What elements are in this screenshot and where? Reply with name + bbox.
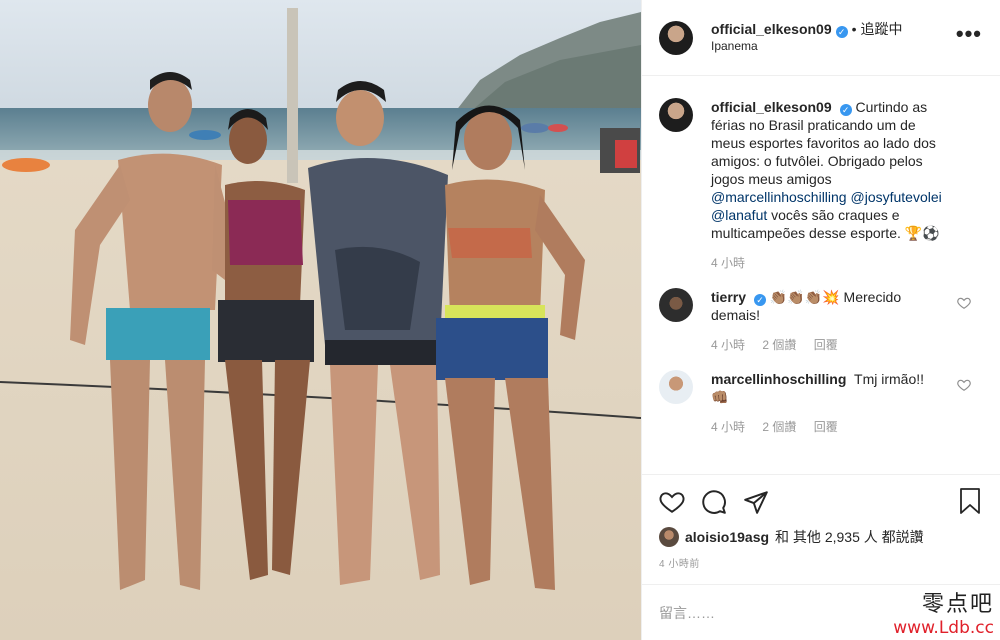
liker-username[interactable]: aloisio19asg	[685, 529, 769, 545]
comment-username[interactable]: marcellinhoschilling	[711, 371, 846, 387]
commenter-avatar[interactable]	[659, 370, 693, 404]
comment-input[interactable]	[659, 604, 859, 621]
reply-button[interactable]: 回覆	[814, 338, 838, 352]
post-side-panel: official_elkeson09 ✓ • 追蹤中 Ipanema ••• offi…	[641, 0, 1000, 640]
comments-list: official_elkeson09 ✓ Curtindo as férias n…	[642, 76, 1000, 474]
reply-button[interactable]: 回覆	[814, 420, 838, 434]
beach-photo-illustration	[0, 0, 641, 640]
comment-body: tierry ✓ 👏🏽👏🏽👏🏽💥 Merecido demais! 4 小時 2 …	[711, 288, 949, 354]
comment-emoji: 👊🏽	[711, 389, 729, 405]
more-options-icon[interactable]: •••	[956, 23, 982, 45]
comment-body: marcellinhoschilling Tmj irmão!! 👊🏽 4 小時…	[711, 370, 949, 436]
like-comment-heart-icon[interactable]	[957, 296, 971, 310]
post-timestamp[interactable]: 4 小時前	[659, 555, 983, 570]
mention-link[interactable]: @marcellinhoschilling	[711, 189, 847, 205]
comment-text: Tmj irmão!!	[854, 371, 925, 387]
caption-username[interactable]: official_elkeson09	[711, 99, 832, 115]
like-heart-icon[interactable]	[659, 489, 685, 515]
location-link[interactable]: Ipanema	[711, 38, 903, 55]
comment-time[interactable]: 4 小時	[711, 420, 745, 434]
caption-avatar[interactable]	[659, 98, 693, 132]
author-username[interactable]: official_elkeson09	[711, 21, 832, 37]
commenter-avatar[interactable]	[659, 288, 693, 322]
watermark-line-1: 零点吧	[921, 592, 994, 617]
post-header: official_elkeson09 ✓ • 追蹤中 Ipanema •••	[642, 0, 1000, 76]
save-bookmark-icon[interactable]	[958, 487, 982, 515]
mention-link[interactable]: @josyfutevolei	[851, 189, 942, 205]
likes-summary: aloisio19asg 和 其他 2,935 人 都説讚	[659, 527, 983, 547]
caption: official_elkeson09 ✓ Curtindo as férias n…	[659, 98, 983, 272]
comment-item: tierry ✓ 👏🏽👏🏽👏🏽💥 Merecido demais! 4 小時 2 …	[659, 288, 983, 354]
like-comment-heart-icon[interactable]	[957, 378, 971, 392]
comment-time[interactable]: 4 小時	[711, 338, 745, 352]
verified-badge-icon: ✓	[835, 25, 848, 38]
comment-meta: 4 小時 2 個讚 回覆	[711, 418, 949, 436]
instagram-post: official_elkeson09 ✓ • 追蹤中 Ipanema ••• offi…	[0, 0, 1000, 640]
comment-meta: 4 小時 2 個讚 回覆	[711, 336, 949, 354]
follow-button[interactable]: 追蹤中	[861, 21, 903, 37]
verified-badge-icon: ✓	[839, 104, 852, 116]
caption-meta: 4 小時	[711, 254, 949, 272]
author-info: official_elkeson09 ✓ • 追蹤中 Ipanema	[711, 21, 903, 55]
comment-bubble-icon[interactable]	[701, 489, 727, 515]
comment-item: marcellinhoschilling Tmj irmão!! 👊🏽 4 小時…	[659, 370, 983, 436]
post-photo[interactable]	[0, 0, 641, 640]
watermark-line-2: www.Ldb.cc	[893, 618, 994, 638]
caption-emoji: 🏆⚽	[904, 225, 940, 241]
comment-likes[interactable]: 2 個讚	[762, 420, 796, 434]
separator-dot: •	[851, 20, 857, 37]
site-watermark: 零点吧 www.Ldb.cc	[893, 586, 994, 638]
action-icons	[659, 487, 983, 517]
mention-link[interactable]: @lanafut	[711, 207, 767, 223]
caption-time[interactable]: 4 小時	[711, 256, 745, 270]
author-avatar[interactable]	[659, 20, 693, 55]
liker-avatar[interactable]	[659, 527, 679, 547]
comment-emoji: 👏🏽👏🏽👏🏽💥	[769, 289, 840, 305]
share-paper-plane-icon[interactable]	[743, 489, 769, 515]
likes-count[interactable]: 和 其他 2,935 人 都説讚	[775, 527, 924, 547]
verified-badge-icon: ✓	[754, 294, 767, 306]
comment-username[interactable]: tierry	[711, 289, 746, 305]
post-actions: aloisio19asg 和 其他 2,935 人 都説讚 4 小時前 零点吧 …	[642, 474, 1000, 640]
comment-likes[interactable]: 2 個讚	[762, 338, 796, 352]
caption-body: official_elkeson09 ✓ Curtindo as férias n…	[711, 98, 949, 272]
